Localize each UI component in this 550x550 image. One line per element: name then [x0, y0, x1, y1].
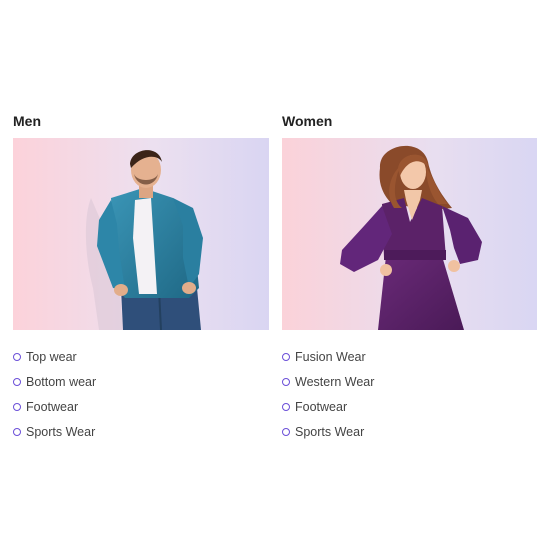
circle-bullet-icon	[282, 402, 290, 411]
circle-bullet-icon	[13, 352, 21, 361]
category-link[interactable]: Footwear	[26, 400, 78, 414]
category-link[interactable]: Top wear	[26, 350, 77, 364]
women-title: Women	[282, 113, 333, 129]
list-item[interactable]: Fusion Wear	[282, 344, 537, 369]
circle-bullet-icon	[282, 427, 290, 436]
circle-bullet-icon	[282, 377, 290, 386]
circle-bullet-icon	[13, 427, 21, 436]
circle-bullet-icon	[13, 402, 21, 411]
women-hero-image[interactable]	[282, 138, 537, 330]
list-item[interactable]: Footwear	[13, 394, 269, 419]
list-item[interactable]: Footwear	[282, 394, 537, 419]
women-photo	[282, 138, 537, 330]
category-link[interactable]: Bottom wear	[26, 375, 96, 389]
women-section: Women Fusion Wear Western Wear Footwear …	[282, 112, 537, 444]
men-category-list: Top wear Bottom wear Footwear Sports Wea…	[13, 344, 269, 444]
category-link[interactable]: Sports Wear	[295, 425, 364, 439]
list-item[interactable]: Sports Wear	[282, 419, 537, 444]
list-item[interactable]: Bottom wear	[13, 369, 269, 394]
women-category-list: Fusion Wear Western Wear Footwear Sports…	[282, 344, 537, 444]
category-link[interactable]: Sports Wear	[26, 425, 95, 439]
circle-bullet-icon	[13, 377, 21, 386]
men-photo	[13, 138, 269, 330]
category-link[interactable]: Fusion Wear	[295, 350, 366, 364]
list-item[interactable]: Top wear	[13, 344, 269, 369]
men-hero-image[interactable]	[13, 138, 269, 330]
category-link[interactable]: Western Wear	[295, 375, 374, 389]
circle-bullet-icon	[282, 352, 290, 361]
men-title: Men	[13, 113, 41, 129]
category-link[interactable]: Footwear	[295, 400, 347, 414]
category-page: Men Top wear Bottom wear Footwear Sports…	[0, 0, 550, 550]
list-item[interactable]: Western Wear	[282, 369, 537, 394]
list-item[interactable]: Sports Wear	[13, 419, 269, 444]
men-section: Men Top wear Bottom wear Footwear Sports…	[13, 112, 269, 444]
